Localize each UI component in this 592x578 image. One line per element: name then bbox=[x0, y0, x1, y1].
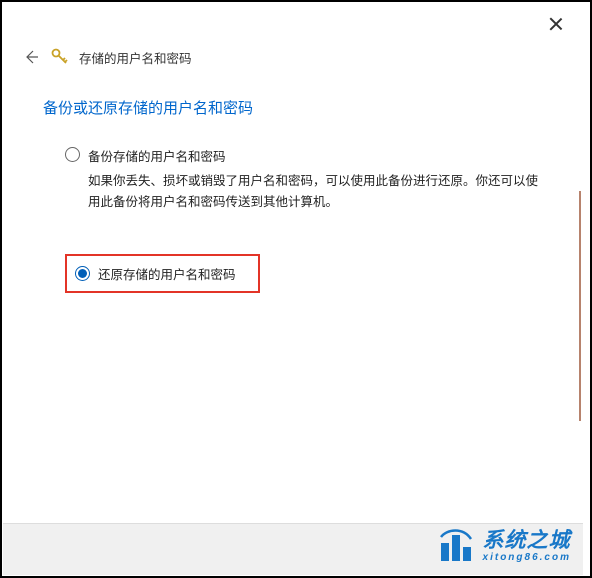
options-group: 备份存储的用户名和密码 如果你丢失、损坏或销毁了用户名和密码，可以使用此备份进行… bbox=[43, 146, 543, 293]
watermark-domain: xitong86.com bbox=[483, 552, 571, 563]
watermark-brand: 系统之城 bbox=[483, 529, 571, 552]
option-restore-highlight: 还原存储的用户名和密码 bbox=[65, 254, 260, 293]
dialog-header: 存储的用户名和密码 bbox=[3, 3, 583, 67]
option-backup-label: 备份存储的用户名和密码 bbox=[88, 146, 226, 165]
option-backup-description: 如果你丢失、损坏或销毁了用户名和密码，可以使用此备份进行还原。你还可以使用此备份… bbox=[65, 171, 543, 214]
radio-restore[interactable] bbox=[75, 266, 90, 281]
dialog-title: 存储的用户名和密码 bbox=[79, 48, 192, 67]
radio-backup[interactable] bbox=[65, 147, 80, 162]
watermark: 系统之城 xitong86.com bbox=[435, 525, 571, 567]
page-heading: 备份或还原存储的用户名和密码 bbox=[43, 97, 543, 118]
key-icon bbox=[51, 48, 69, 66]
back-button[interactable] bbox=[21, 47, 41, 67]
option-backup[interactable]: 备份存储的用户名和密码 bbox=[65, 146, 543, 165]
credential-backup-dialog: 存储的用户名和密码 备份或还原存储的用户名和密码 备份存储的用户名和密码 如果你… bbox=[3, 3, 583, 575]
watermark-logo-icon bbox=[435, 525, 477, 567]
edge-accent bbox=[579, 191, 581, 421]
watermark-text: 系统之城 xitong86.com bbox=[483, 529, 571, 563]
close-button[interactable] bbox=[549, 17, 563, 31]
option-restore-label: 还原存储的用户名和密码 bbox=[98, 264, 236, 283]
dialog-content: 备份或还原存储的用户名和密码 备份存储的用户名和密码 如果你丢失、损坏或销毁了用… bbox=[3, 67, 583, 293]
